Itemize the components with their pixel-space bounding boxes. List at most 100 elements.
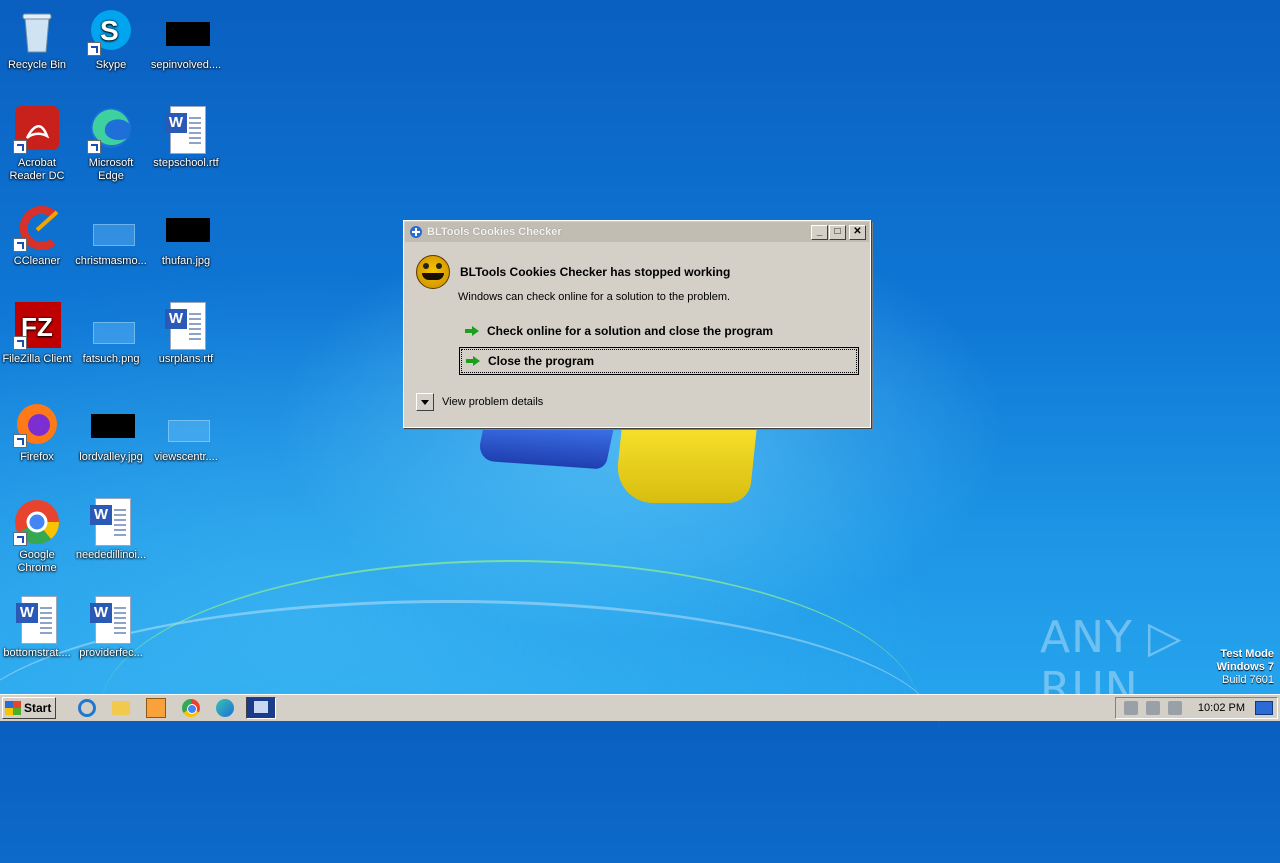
desktop-icon-label: neededillinoi... — [75, 549, 147, 561]
dialog-header: BLTools Cookies Checker has stopped work… — [416, 255, 730, 289]
desktop-icon-usrplans[interactable]: usrplans.rtf — [149, 302, 223, 366]
word-document-icon — [162, 106, 210, 154]
desktop-icon-sepinvolved[interactable]: sepinvolved.... — [149, 8, 223, 72]
desktop-icon-christmasmo[interactable]: christmasmo... — [74, 204, 148, 268]
filezilla-icon: FZ — [13, 302, 61, 350]
chrome-taskbar-icon[interactable] — [182, 699, 201, 717]
close-program-option[interactable]: Close the program — [459, 347, 859, 375]
taskbar-app-bltools[interactable] — [246, 697, 277, 719]
image-file-icon — [87, 204, 135, 252]
show-desktop-icon[interactable] — [1255, 701, 1273, 715]
dialog-title: BLTools Cookies Checker — [427, 226, 562, 238]
chrome-icon — [13, 498, 61, 546]
wallpaper-logo-yellow — [613, 425, 758, 503]
desktop-icon-acrobat[interactable]: Acrobat Reader DC — [0, 106, 74, 183]
app-window-icon — [409, 225, 423, 239]
word-document-icon — [87, 596, 135, 644]
desktop-icon-label: Microsoft Edge — [88, 157, 134, 182]
green-arrow-icon — [466, 354, 480, 368]
test-mode-notice: Test Mode Windows 7 Build 7601 — [1217, 648, 1274, 687]
taskbar: Start 10:02 PM — [0, 694, 1280, 721]
dialog-message: Windows can check online for a solution … — [458, 291, 731, 303]
desktop-icon-firefox[interactable]: Firefox — [0, 400, 74, 464]
desktop-icon-lordvalley[interactable]: lordvalley.jpg — [74, 400, 148, 464]
desktop-icon-chrome[interactable]: Google Chrome — [0, 498, 74, 575]
image-file-icon — [162, 204, 210, 252]
desktop-icon-recycle-bin[interactable]: Recycle Bin — [0, 8, 74, 72]
os-label: Windows 7 — [1216, 661, 1274, 673]
test-mode-label: Test Mode — [1220, 648, 1274, 660]
image-file-icon — [162, 8, 210, 56]
internet-explorer-icon[interactable] — [78, 699, 97, 717]
shortcut-arrow-icon — [13, 434, 27, 448]
action-center-flag-icon[interactable] — [1167, 701, 1182, 715]
desktop-icon-stepschool[interactable]: stepschool.rtf — [149, 106, 223, 170]
desktop-icon-label: christmasmo... — [75, 255, 147, 267]
view-details-toggle[interactable]: View problem details — [416, 393, 543, 411]
clock[interactable]: 10:02 PM — [1198, 702, 1245, 714]
desktop-icon-label: lordvalley.jpg — [79, 451, 143, 463]
desktop-icon-label: viewscentr.... — [154, 451, 218, 463]
shortcut-arrow-icon — [13, 532, 27, 546]
check-online-label: Check online for a solution and close th… — [487, 324, 774, 338]
desktop-icon-label: providerfec... — [79, 647, 143, 659]
desktop-icon-ccleaner[interactable]: CCleaner — [0, 204, 74, 268]
desktop-icon-label: usrplans.rtf — [158, 353, 214, 365]
desktop-icon-bottomstrat[interactable]: bottomstrat.... — [0, 596, 74, 660]
error-dialog: BLTools Cookies Checker _ □ ✕ BLTools Co… — [403, 220, 871, 428]
minimize-button[interactable]: _ — [811, 224, 828, 240]
chevron-down-icon[interactable] — [416, 393, 434, 411]
dialog-titlebar[interactable]: BLTools Cookies Checker _ □ ✕ — [405, 222, 869, 242]
desktop-icon-label: stepschool.rtf — [153, 157, 219, 169]
start-label: Start — [24, 701, 52, 715]
svg-text:S: S — [100, 15, 119, 46]
desktop-icon-viewscentr[interactable]: viewscentr.... — [149, 400, 223, 464]
shortcut-arrow-icon — [87, 42, 101, 56]
media-player-icon[interactable] — [146, 698, 167, 718]
network-icon[interactable] — [1145, 701, 1160, 715]
shortcut-arrow-icon — [87, 140, 101, 154]
image-file-icon — [162, 400, 210, 448]
desktop-icon-fatsuch[interactable]: fatsuch.png — [74, 302, 148, 366]
word-document-icon — [87, 498, 135, 546]
desktop-icon-thufan[interactable]: thufan.jpg — [149, 204, 223, 268]
quick-launch — [70, 698, 242, 718]
check-online-option[interactable]: Check online for a solution and close th… — [459, 318, 857, 344]
desktop-icon-label: Recycle Bin — [7, 59, 67, 71]
desktop-icon-label: thufan.jpg — [161, 255, 211, 267]
desktop-icon-edge[interactable]: Microsoft Edge — [74, 106, 148, 183]
close-button[interactable]: ✕ — [849, 224, 866, 240]
shortcut-arrow-icon — [13, 238, 27, 252]
edge-taskbar-icon[interactable] — [216, 699, 235, 717]
desktop-icon-label: Acrobat Reader DC — [9, 157, 65, 182]
crash-bug-icon — [416, 255, 450, 289]
desktop-icon-neededillinoi[interactable]: neededillinoi... — [74, 498, 148, 562]
word-document-icon — [13, 596, 61, 644]
build-label: Build 7601 — [1222, 674, 1274, 686]
image-file-icon — [87, 400, 135, 448]
dialog-heading: BLTools Cookies Checker has stopped work… — [460, 265, 731, 279]
shortcut-arrow-icon — [13, 336, 27, 350]
desktop-icon-skype[interactable]: S Skype — [74, 8, 148, 72]
desktop-icon-label: bottomstrat.... — [3, 647, 71, 659]
folder-icon[interactable] — [112, 701, 131, 715]
desktop-icon-providerfec[interactable]: providerfec... — [74, 596, 148, 660]
skype-icon: S — [87, 8, 135, 56]
desktop-icon-label: FileZilla Client — [2, 353, 72, 365]
view-details-label: View problem details — [442, 396, 544, 408]
green-arrow-icon — [465, 324, 479, 338]
desktop-icon-filezilla[interactable]: FZ FileZilla Client — [0, 302, 74, 366]
desktop-icon-label: Skype — [95, 59, 127, 71]
desktop-icon-label: Google Chrome — [17, 549, 57, 574]
ccleaner-icon — [13, 204, 61, 252]
start-button[interactable]: Start — [2, 697, 57, 719]
shortcut-arrow-icon — [13, 140, 27, 154]
recycle-bin-icon — [13, 8, 61, 56]
windows-flag-icon — [5, 701, 21, 715]
desktop-icon-label: fatsuch.png — [82, 353, 140, 365]
volume-icon[interactable] — [1123, 701, 1138, 715]
maximize-button[interactable]: □ — [829, 224, 846, 240]
image-file-icon — [87, 302, 135, 350]
desktop-icon-label: Firefox — [20, 451, 54, 463]
desktop-icon-label: CCleaner — [13, 255, 61, 267]
